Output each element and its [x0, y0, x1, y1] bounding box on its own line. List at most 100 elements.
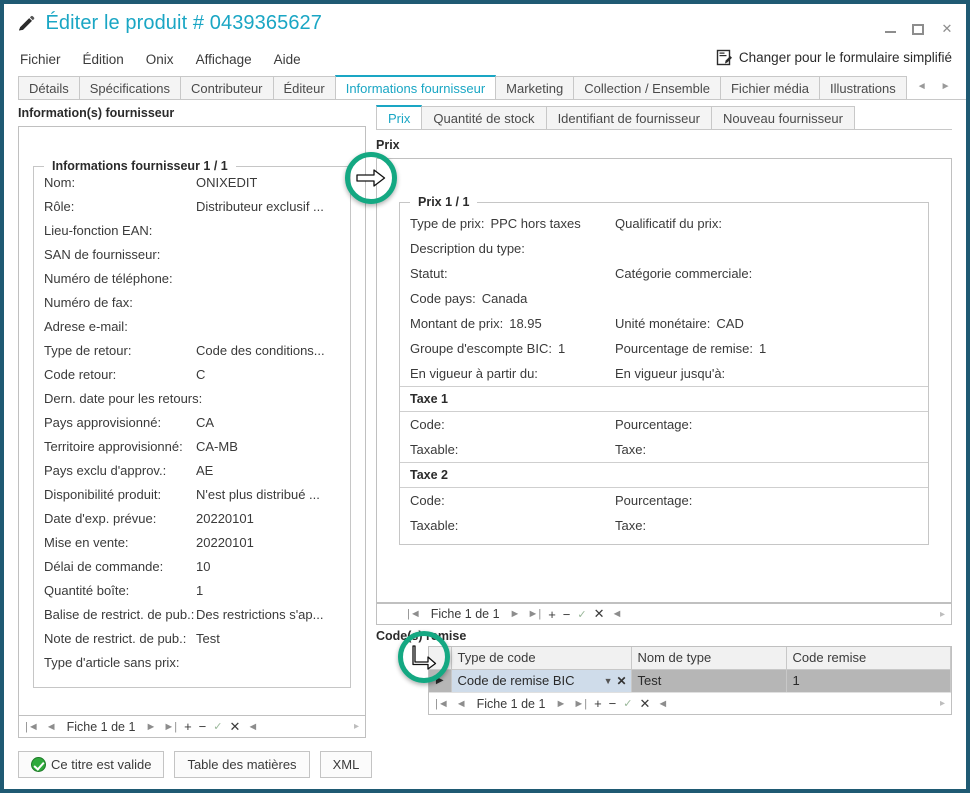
nav-scroll-right-icon[interactable]: ▸ — [940, 698, 945, 709]
table-header-row: Type de code Nom de type Code remise — [429, 647, 951, 670]
column-header-nom-de-type[interactable]: Nom de type — [631, 647, 787, 670]
field-value[interactable]: 10 — [196, 559, 210, 574]
tax1-field-taxe: Taxe: — [615, 437, 918, 462]
switch-to-simplified-form-button[interactable]: Changer pour le formulaire simplifié — [716, 49, 952, 66]
price-field-en-vigueur-jusqua: En vigueur jusqu'à: — [615, 361, 918, 386]
subtab-identifiant-de-fournisseur[interactable]: Identifiant de fournisseur — [545, 106, 712, 129]
tab-specifications[interactable]: Spécifications — [78, 76, 181, 99]
nav-first-icon[interactable]: |◄ — [25, 721, 39, 733]
subtab-nouveau-fournisseur[interactable]: Nouveau fournisseur — [710, 106, 855, 129]
nav-confirm-icon[interactable]: ✓ — [577, 608, 586, 621]
field-value[interactable]: C — [196, 367, 205, 382]
nav-confirm-icon[interactable]: ✓ — [213, 720, 222, 733]
field-value[interactable]: Code des conditions... — [196, 343, 325, 358]
menu-item-onix[interactable]: Onix — [146, 52, 174, 67]
field-value[interactable]: 1 — [558, 341, 565, 356]
tab-illustrations[interactable]: Illustrations — [819, 76, 907, 99]
nav-cancel-icon[interactable]: ✕ — [594, 606, 605, 622]
menu-item-aide[interactable]: Aide — [274, 52, 301, 67]
table-row[interactable]: ▶ Code de remise BIC ▼ ✕ Test 1 — [429, 669, 951, 692]
nav-remove-icon[interactable]: − — [563, 607, 571, 622]
column-header-code-remise[interactable]: Code remise — [786, 647, 951, 670]
menu-item-affichage[interactable]: Affichage — [196, 52, 252, 67]
nav-first-icon[interactable]: |◄ — [435, 698, 449, 710]
field-label: En vigueur à partir du: — [410, 366, 538, 381]
supplier-sub-tab-strip: Prix Quantité de stock Identifiant de fo… — [376, 105, 952, 130]
minimize-button[interactable] — [885, 25, 896, 33]
tab-informations-fournisseur[interactable]: Informations fournisseur — [334, 75, 497, 99]
title-valid-label: Ce titre est valide — [51, 757, 152, 772]
nav-first-icon[interactable]: |◄ — [407, 608, 421, 620]
nav-last-icon[interactable]: ►| — [573, 698, 587, 710]
field-value[interactable]: AE — [196, 463, 213, 478]
subtab-prix[interactable]: Prix — [376, 105, 423, 129]
field-value[interactable]: Distributeur exclusif ... — [196, 199, 324, 214]
nav-refresh-icon[interactable]: ◄ — [247, 721, 258, 733]
tab-fichier-media[interactable]: Fichier média — [719, 76, 821, 99]
nav-cancel-icon[interactable]: ✕ — [639, 696, 650, 712]
field-value[interactable]: 18.95 — [509, 316, 542, 331]
subtab-quantite-de-stock[interactable]: Quantité de stock — [421, 106, 547, 129]
field-value[interactable]: 1 — [196, 583, 203, 598]
field-value[interactable]: PPC hors taxes — [490, 216, 580, 231]
menu-item-edition[interactable]: Édition — [83, 52, 124, 67]
field-value[interactable]: 20220101 — [196, 535, 254, 550]
price-pane: Prix Quantité de stock Identifiant de fo… — [376, 105, 952, 746]
field-label: Type d'article sans prix: — [44, 655, 180, 670]
table-of-contents-button[interactable]: Table des matières — [174, 751, 310, 778]
title-valid-button[interactable]: Ce titre est valide — [18, 751, 165, 778]
tab-editeur[interactable]: Éditeur — [272, 76, 336, 99]
field-value[interactable]: ONIXEDIT — [196, 175, 257, 190]
cell-type-de-code[interactable]: Code de remise BIC ▼ ✕ — [451, 669, 632, 692]
clear-cell-icon[interactable]: ✕ — [616, 674, 626, 688]
field-value[interactable]: Canada — [482, 291, 528, 306]
discount-codes-table[interactable]: Type de code Nom de type Code remise ▶ C… — [429, 647, 951, 692]
field-label: Nom: — [44, 175, 76, 190]
field-label: Code: — [410, 493, 445, 508]
nav-add-icon[interactable]: + — [184, 719, 192, 734]
field-value[interactable]: Des restrictions s'ap... — [196, 607, 323, 622]
nav-last-icon[interactable]: ►| — [163, 721, 177, 733]
field-label: En vigueur jusqu'à: — [615, 366, 726, 381]
tab-scroll-right-icon[interactable]: ► — [941, 81, 951, 92]
nav-prev-icon[interactable]: ◄ — [46, 721, 57, 733]
nav-remove-icon[interactable]: − — [199, 719, 207, 734]
cell-nom-de-type[interactable]: Test — [631, 669, 787, 692]
cell-code-remise[interactable]: 1 — [786, 669, 951, 692]
menu-item-fichier[interactable]: Fichier — [20, 52, 61, 67]
nav-cancel-icon[interactable]: ✕ — [229, 719, 240, 735]
nav-next-icon[interactable]: ► — [555, 698, 566, 710]
supplier-info-scroll[interactable]: Informations fournisseur 1 / 1 Nom: ONIX… — [18, 126, 366, 716]
tab-marketing[interactable]: Marketing — [495, 76, 575, 99]
field-value[interactable]: CA — [196, 415, 214, 430]
chevron-down-icon[interactable]: ▼ — [604, 676, 613, 686]
tab-collection-ensemble[interactable]: Collection / Ensemble — [573, 76, 721, 99]
nav-next-icon[interactable]: ► — [145, 721, 156, 733]
nav-refresh-icon[interactable]: ◄ — [657, 698, 668, 710]
nav-confirm-icon[interactable]: ✓ — [623, 697, 632, 710]
nav-last-icon[interactable]: ►| — [527, 608, 541, 620]
tab-scroll-left-icon[interactable]: ◄ — [917, 81, 927, 92]
xml-button[interactable]: XML — [319, 751, 373, 778]
tab-contributeur[interactable]: Contributeur — [179, 76, 274, 99]
nav-add-icon[interactable]: + — [594, 696, 602, 711]
nav-add-icon[interactable]: + — [548, 607, 556, 622]
field-value[interactable]: CAD — [716, 316, 743, 331]
field-label: Taxable: — [410, 442, 459, 457]
column-header-type-de-code[interactable]: Type de code — [451, 647, 632, 670]
field-value[interactable]: Test — [196, 631, 220, 646]
close-button[interactable]: ✕ — [940, 22, 954, 36]
nav-next-icon[interactable]: ► — [510, 608, 521, 620]
field-value[interactable]: N'est plus distribué ... — [196, 487, 320, 502]
nav-refresh-icon[interactable]: ◄ — [612, 608, 623, 620]
nav-remove-icon[interactable]: − — [609, 696, 617, 711]
field-value[interactable]: CA-MB — [196, 439, 238, 454]
nav-prev-icon[interactable]: ◄ — [456, 698, 467, 710]
field-value[interactable]: 1 — [759, 341, 766, 356]
maximize-button[interactable] — [912, 23, 924, 35]
tab-details[interactable]: Détails — [18, 76, 80, 99]
nav-scroll-right-icon[interactable]: ▸ — [940, 609, 945, 620]
nav-scroll-right-icon[interactable]: ▸ — [354, 721, 359, 732]
field-value[interactable]: 20220101 — [196, 511, 254, 526]
prix-box[interactable]: Prix 1 / 1 Type de prix: PPC hors taxes … — [376, 158, 952, 603]
